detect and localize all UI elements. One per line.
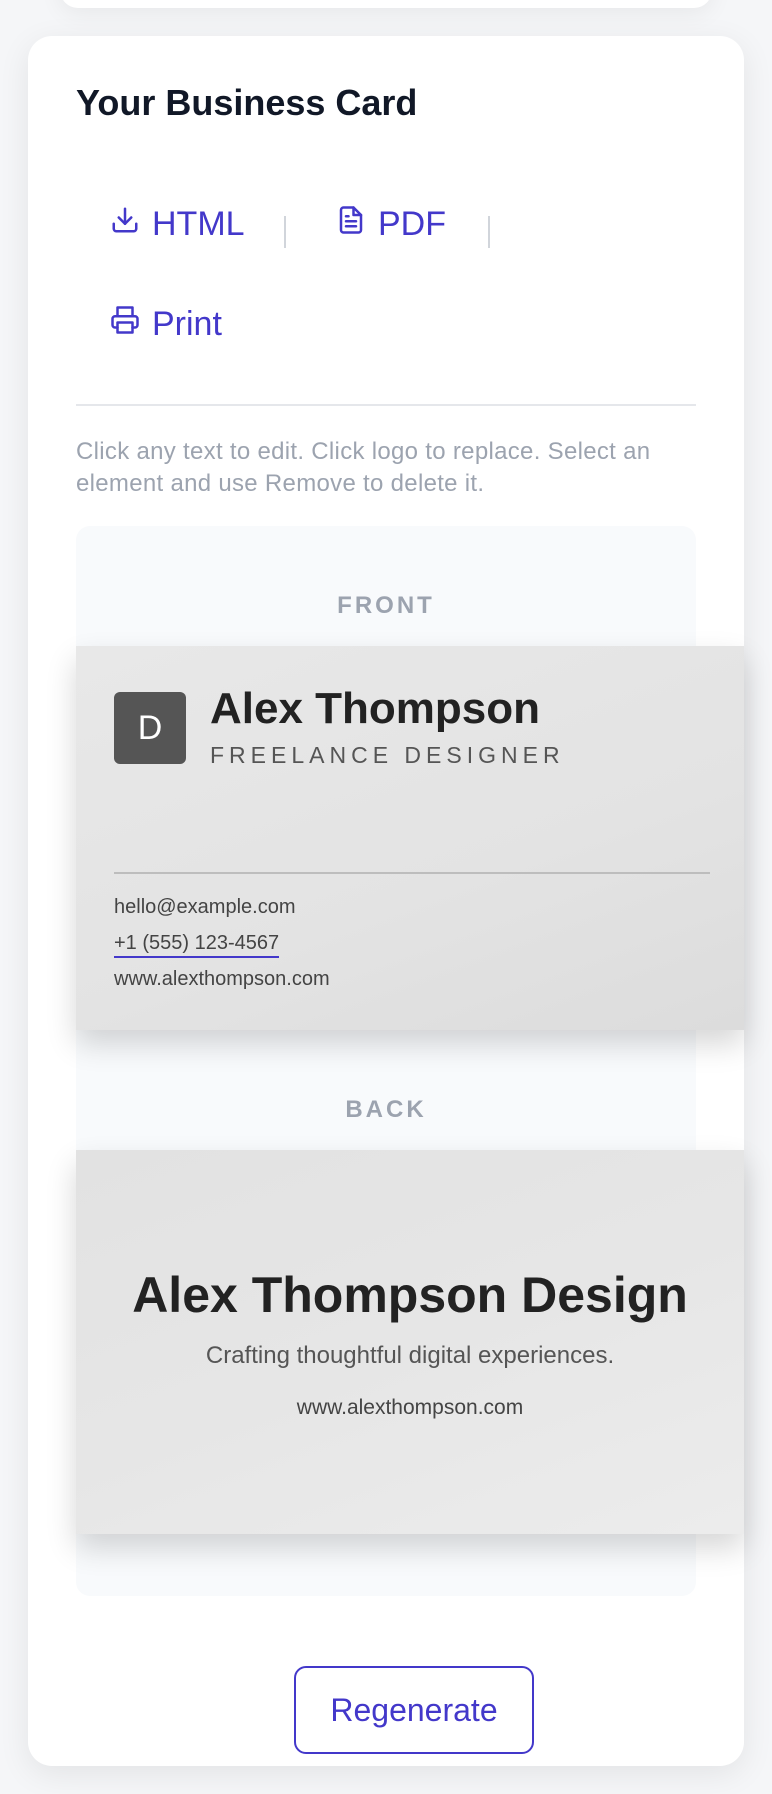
- card-back: Alex Thompson Design Crafting thoughtful…: [76, 1150, 744, 1534]
- print-button[interactable]: Print: [110, 304, 222, 345]
- action-separator: [284, 216, 286, 248]
- edit-hint: Click any text to edit. Click logo to re…: [76, 438, 651, 497]
- card-name[interactable]: Alex Thompson: [210, 684, 540, 734]
- divider: [76, 404, 696, 406]
- download-pdf-label: PDF: [378, 205, 446, 243]
- panel-title: Your Business Card: [76, 82, 418, 123]
- action-separator: [488, 216, 490, 248]
- download-icon: [110, 204, 140, 245]
- card-phone[interactable]: +1 (555) 123-4567: [114, 932, 280, 958]
- card-website[interactable]: www.alexthompson.com: [114, 968, 330, 991]
- back-label: BACK: [345, 1096, 427, 1123]
- print-label: Print: [152, 305, 222, 343]
- card-back-website[interactable]: www.alexthompson.com: [76, 1396, 744, 1420]
- business-card-panel: Your Business Card HTML PDF Print Click …: [28, 36, 744, 1766]
- card-role[interactable]: FREELANCE DESIGNER: [210, 742, 565, 769]
- previous-card-edge: [60, 0, 712, 8]
- download-html-button[interactable]: HTML: [110, 204, 245, 245]
- card-email[interactable]: hello@example.com: [114, 896, 296, 919]
- card-company[interactable]: Alex Thompson Design: [76, 1266, 744, 1324]
- file-text-icon: [336, 204, 366, 245]
- download-html-label: HTML: [152, 205, 245, 243]
- card-tagline[interactable]: Crafting thoughtful digital experiences.: [76, 1342, 744, 1370]
- card-front: D Alex Thompson FREELANCE DESIGNER hello…: [76, 646, 744, 1030]
- front-label: FRONT: [337, 592, 435, 619]
- card-divider: [114, 872, 710, 874]
- printer-icon: [110, 304, 140, 345]
- regenerate-button[interactable]: Regenerate: [294, 1666, 534, 1754]
- download-pdf-button[interactable]: PDF: [336, 204, 446, 245]
- logo[interactable]: D: [114, 692, 186, 764]
